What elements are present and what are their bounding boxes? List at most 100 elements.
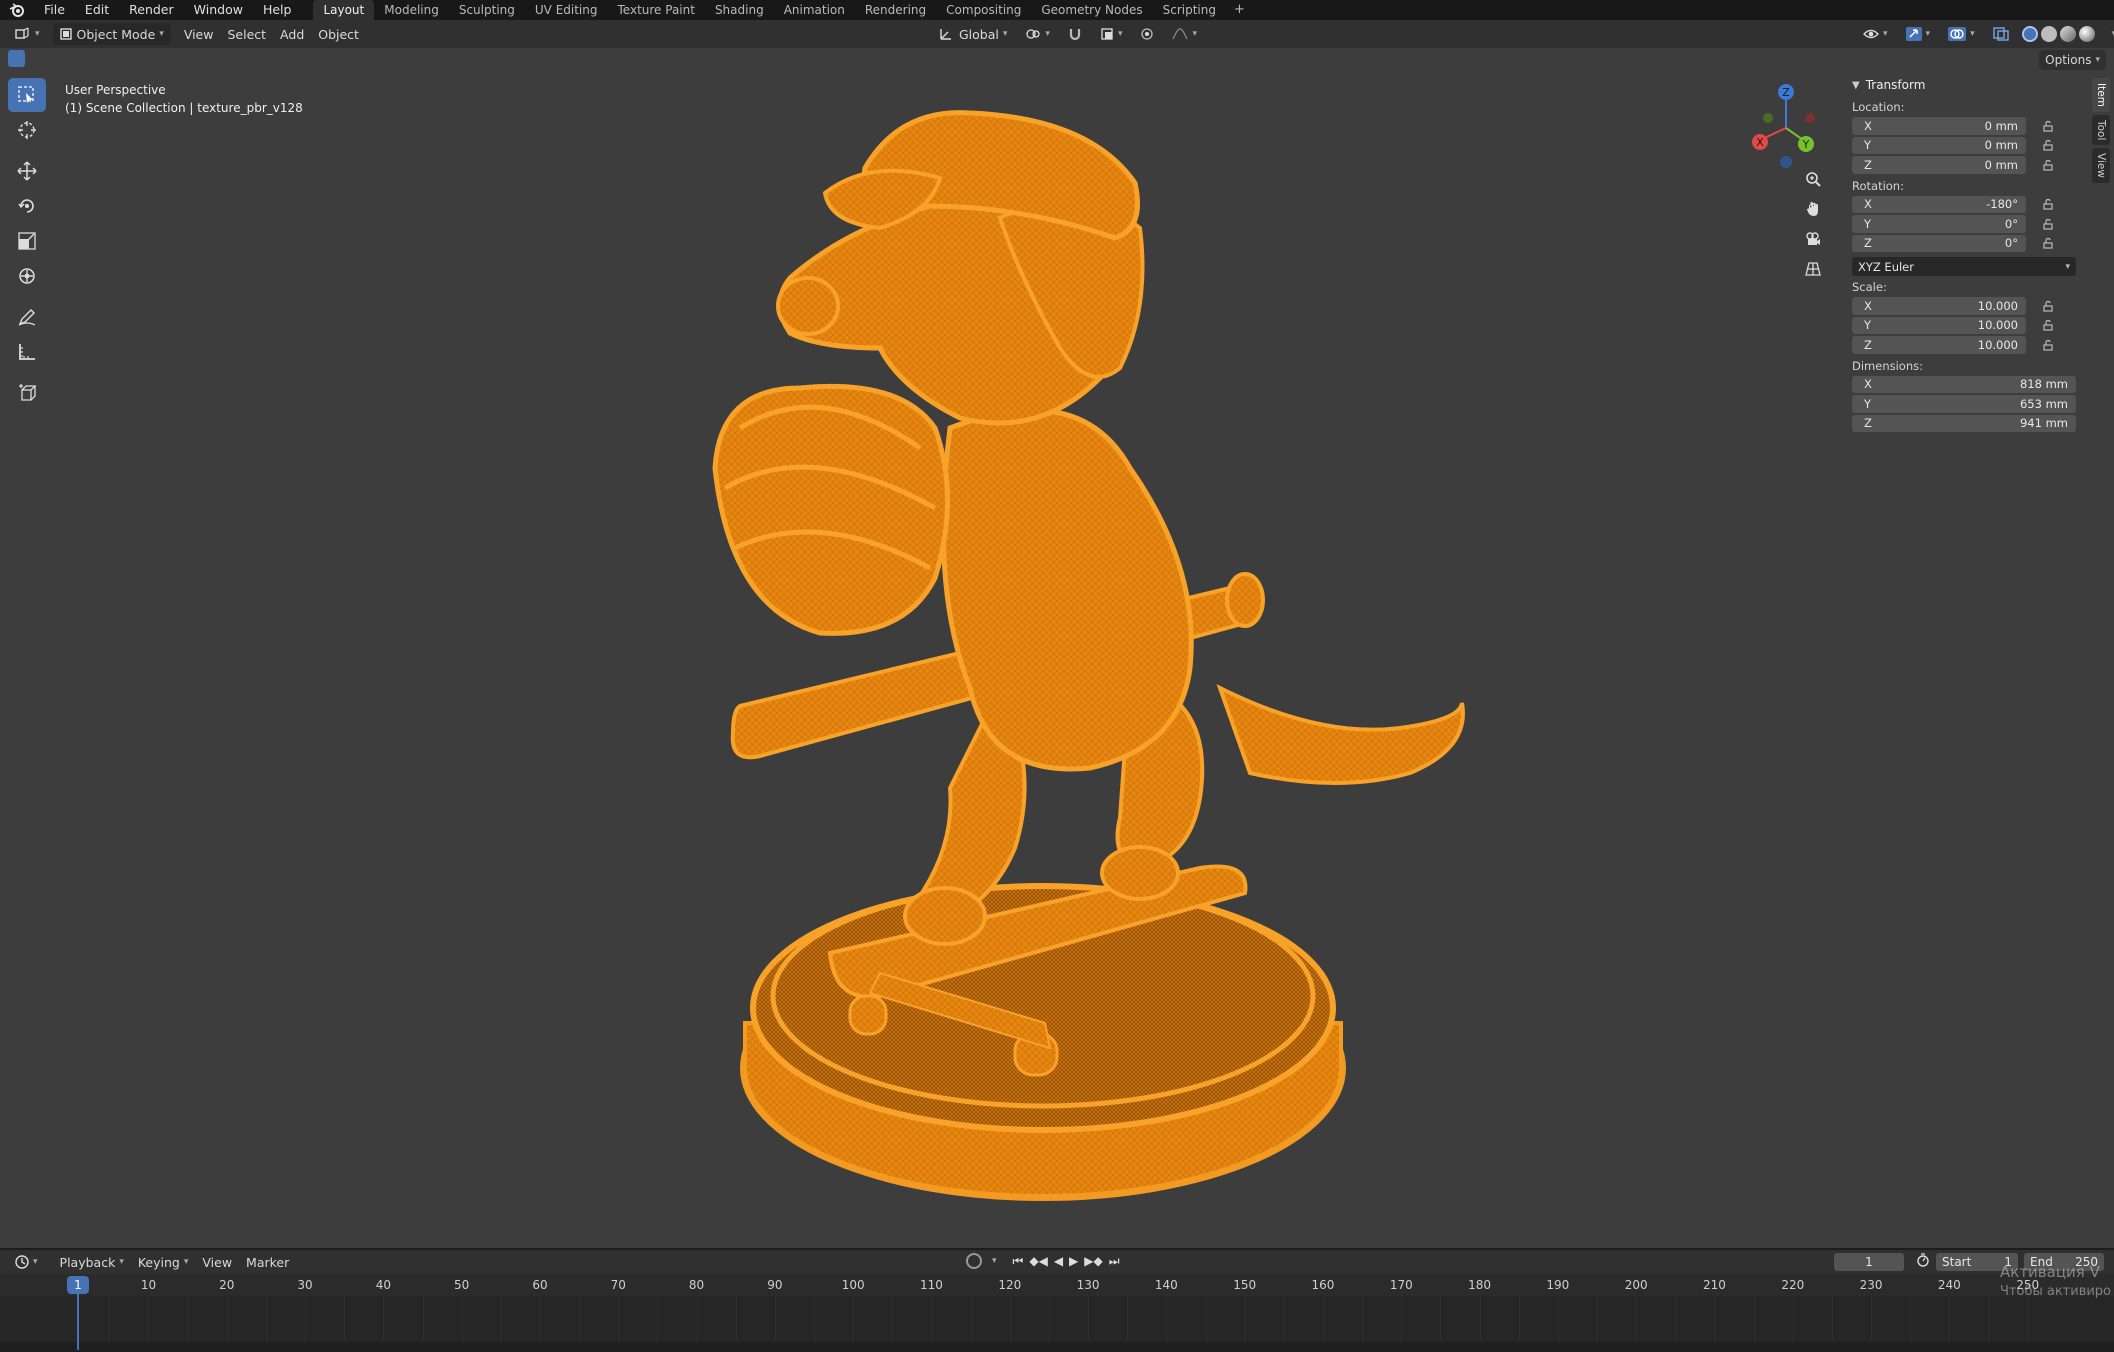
play-reverse-icon[interactable]: ◀ [1054,1254,1063,1268]
select-invert-icon[interactable] [65,50,82,67]
options-dropdown[interactable]: Options ▾ [2039,50,2106,70]
timeline-editor-type-button[interactable]: ▾ [8,1251,45,1273]
perspective-toggle-icon[interactable] [1800,256,1826,282]
scale-x-field[interactable]: X 10.000 [1852,297,2026,315]
rotation-z-field[interactable]: Z 0° [1852,234,2026,252]
sidebar-tab-view[interactable]: View [2092,148,2110,184]
tab-uv-editing[interactable]: UV Editing [525,0,608,20]
gizmo-neg-z[interactable] [1780,156,1792,168]
snap-target-dropdown[interactable]: ▾ [1093,23,1130,45]
header-menu-view[interactable]: View [177,23,221,45]
menu-window[interactable]: Window [184,0,253,20]
solid-shading-icon[interactable] [2040,26,2057,42]
menu-edit[interactable]: Edit [75,0,119,20]
menu-help[interactable]: Help [253,0,302,20]
zoom-icon[interactable] [1800,166,1826,192]
wireframe-shading-icon[interactable] [2021,26,2038,42]
tab-modeling[interactable]: Modeling [374,0,449,20]
timeline-track-area[interactable] [0,1296,2114,1342]
camera-view-icon[interactable] [1800,226,1826,252]
lock-icon[interactable] [2036,139,2060,151]
rotate-tool[interactable] [8,189,46,223]
tab-shading[interactable]: Shading [705,0,774,20]
cursor-tool[interactable] [8,113,46,147]
stopwatch-icon[interactable] [1916,1253,1930,1271]
visibility-dropdown[interactable]: ▾ [1856,23,1895,45]
move-tool[interactable] [8,154,46,188]
add-workspace-icon[interactable]: + [1226,0,1253,20]
tab-geometry-nodes[interactable]: Geometry Nodes [1031,0,1152,20]
overlays-toggle[interactable]: ▾ [1941,23,1982,45]
editor-type-button[interactable]: ▾ [8,23,47,45]
transform-panel-header[interactable]: ▼ Transform [1846,74,2082,96]
falloff-dropdown[interactable]: ▾ [1165,23,1204,45]
jump-next-keyframe-icon[interactable]: ▶◆ [1084,1254,1102,1268]
material-shading-icon[interactable] [2059,26,2076,42]
pivot-point-dropdown[interactable]: ▾ [1018,23,1057,45]
jump-start-icon[interactable]: ⏮ [1013,1254,1024,1269]
select-intersect-icon[interactable] [84,50,101,67]
lock-icon[interactable] [2036,300,2060,312]
dimensions-y-field[interactable]: Y 653 mm [1852,395,2076,413]
playhead-line[interactable] [77,1292,79,1350]
header-menu-add[interactable]: Add [273,23,311,45]
select-extend-icon[interactable] [27,50,44,67]
scale-y-field[interactable]: Y 10.000 [1852,316,2026,334]
rotation-y-field[interactable]: Y 0° [1852,215,2026,233]
select-subtract-icon[interactable] [46,50,63,67]
jump-end-icon[interactable]: ⏭ [1109,1254,1120,1269]
select-box-tool[interactable] [8,78,46,112]
tab-compositing[interactable]: Compositing [936,0,1031,20]
location-x-field[interactable]: X 0 mm [1852,117,2026,135]
header-menu-select[interactable]: Select [220,23,273,45]
tab-sculpting[interactable]: Sculpting [449,0,525,20]
transform-tool[interactable] [8,259,46,293]
snap-toggle[interactable] [1061,23,1089,45]
menu-file[interactable]: File [34,0,75,20]
lock-icon[interactable] [2036,319,2060,331]
tab-rendering[interactable]: Rendering [855,0,936,20]
jump-prev-keyframe-icon[interactable]: ◆◀ [1029,1254,1047,1268]
pan-hand-icon[interactable] [1800,196,1826,222]
blender-logo-icon[interactable] [0,0,34,20]
timeline-menu-view[interactable]: View [195,1251,239,1273]
lock-icon[interactable] [2036,218,2060,230]
auto-keying-icon[interactable] [966,1253,982,1269]
dog-figurine-model[interactable] [0,48,2114,1248]
play-icon[interactable]: ▶ [1069,1254,1078,1268]
location-y-field[interactable]: Y 0 mm [1852,136,2026,154]
measure-tool[interactable] [8,335,46,369]
timeline-menu-marker[interactable]: Marker [239,1251,296,1273]
navigation-gizmo[interactable]: Z X Y [1738,78,1838,178]
timeline-scrollbar[interactable] [0,1342,2114,1352]
sidebar-tab-tool[interactable]: Tool [2092,114,2110,146]
rotation-x-field[interactable]: X -180° [1852,195,2026,213]
scale-tool[interactable] [8,224,46,258]
timeline-menu-playback[interactable]: Playback ▾ [53,1251,131,1273]
select-new-icon[interactable] [8,50,25,67]
timeline-menu-keying[interactable]: Keying ▾ [131,1251,196,1273]
scale-z-field[interactable]: Z 10.000 [1852,336,2026,354]
proportional-edit-toggle[interactable] [1133,23,1161,45]
dimensions-z-field[interactable]: Z 941 mm [1852,414,2076,432]
current-frame-field[interactable]: 1 [1834,1253,1904,1271]
shading-options-dropdown[interactable]: ▾ [2101,23,2114,45]
transform-orientation-dropdown[interactable]: Global ▾ [932,23,1014,45]
lock-icon[interactable] [2036,120,2060,132]
lock-icon[interactable] [2036,237,2060,249]
menu-render[interactable]: Render [119,0,184,20]
gizmo-neg-x[interactable] [1805,113,1815,123]
tab-scripting[interactable]: Scripting [1153,0,1226,20]
3d-viewport[interactable]: User Perspective (1) Scene Collection | … [0,48,2114,1248]
gizmo-toggle[interactable]: ▾ [1899,23,1938,45]
xray-toggle[interactable] [1986,23,2016,45]
lock-icon[interactable] [2036,159,2060,171]
mode-dropdown[interactable]: Object Mode ▾ [52,23,171,45]
dimensions-x-field[interactable]: X 818 mm [1852,375,2076,393]
annotate-tool[interactable] [8,300,46,334]
tab-texture-paint[interactable]: Texture Paint [608,0,705,20]
location-z-field[interactable]: Z 0 mm [1852,156,2026,174]
header-menu-object[interactable]: Object [311,23,366,45]
sidebar-tab-item[interactable]: Item [2092,78,2110,112]
timeline-ruler[interactable]: 1 10 20 30 40 50 60 70 80 90 100 110 120 130 140 150 16… [0,1274,2114,1296]
